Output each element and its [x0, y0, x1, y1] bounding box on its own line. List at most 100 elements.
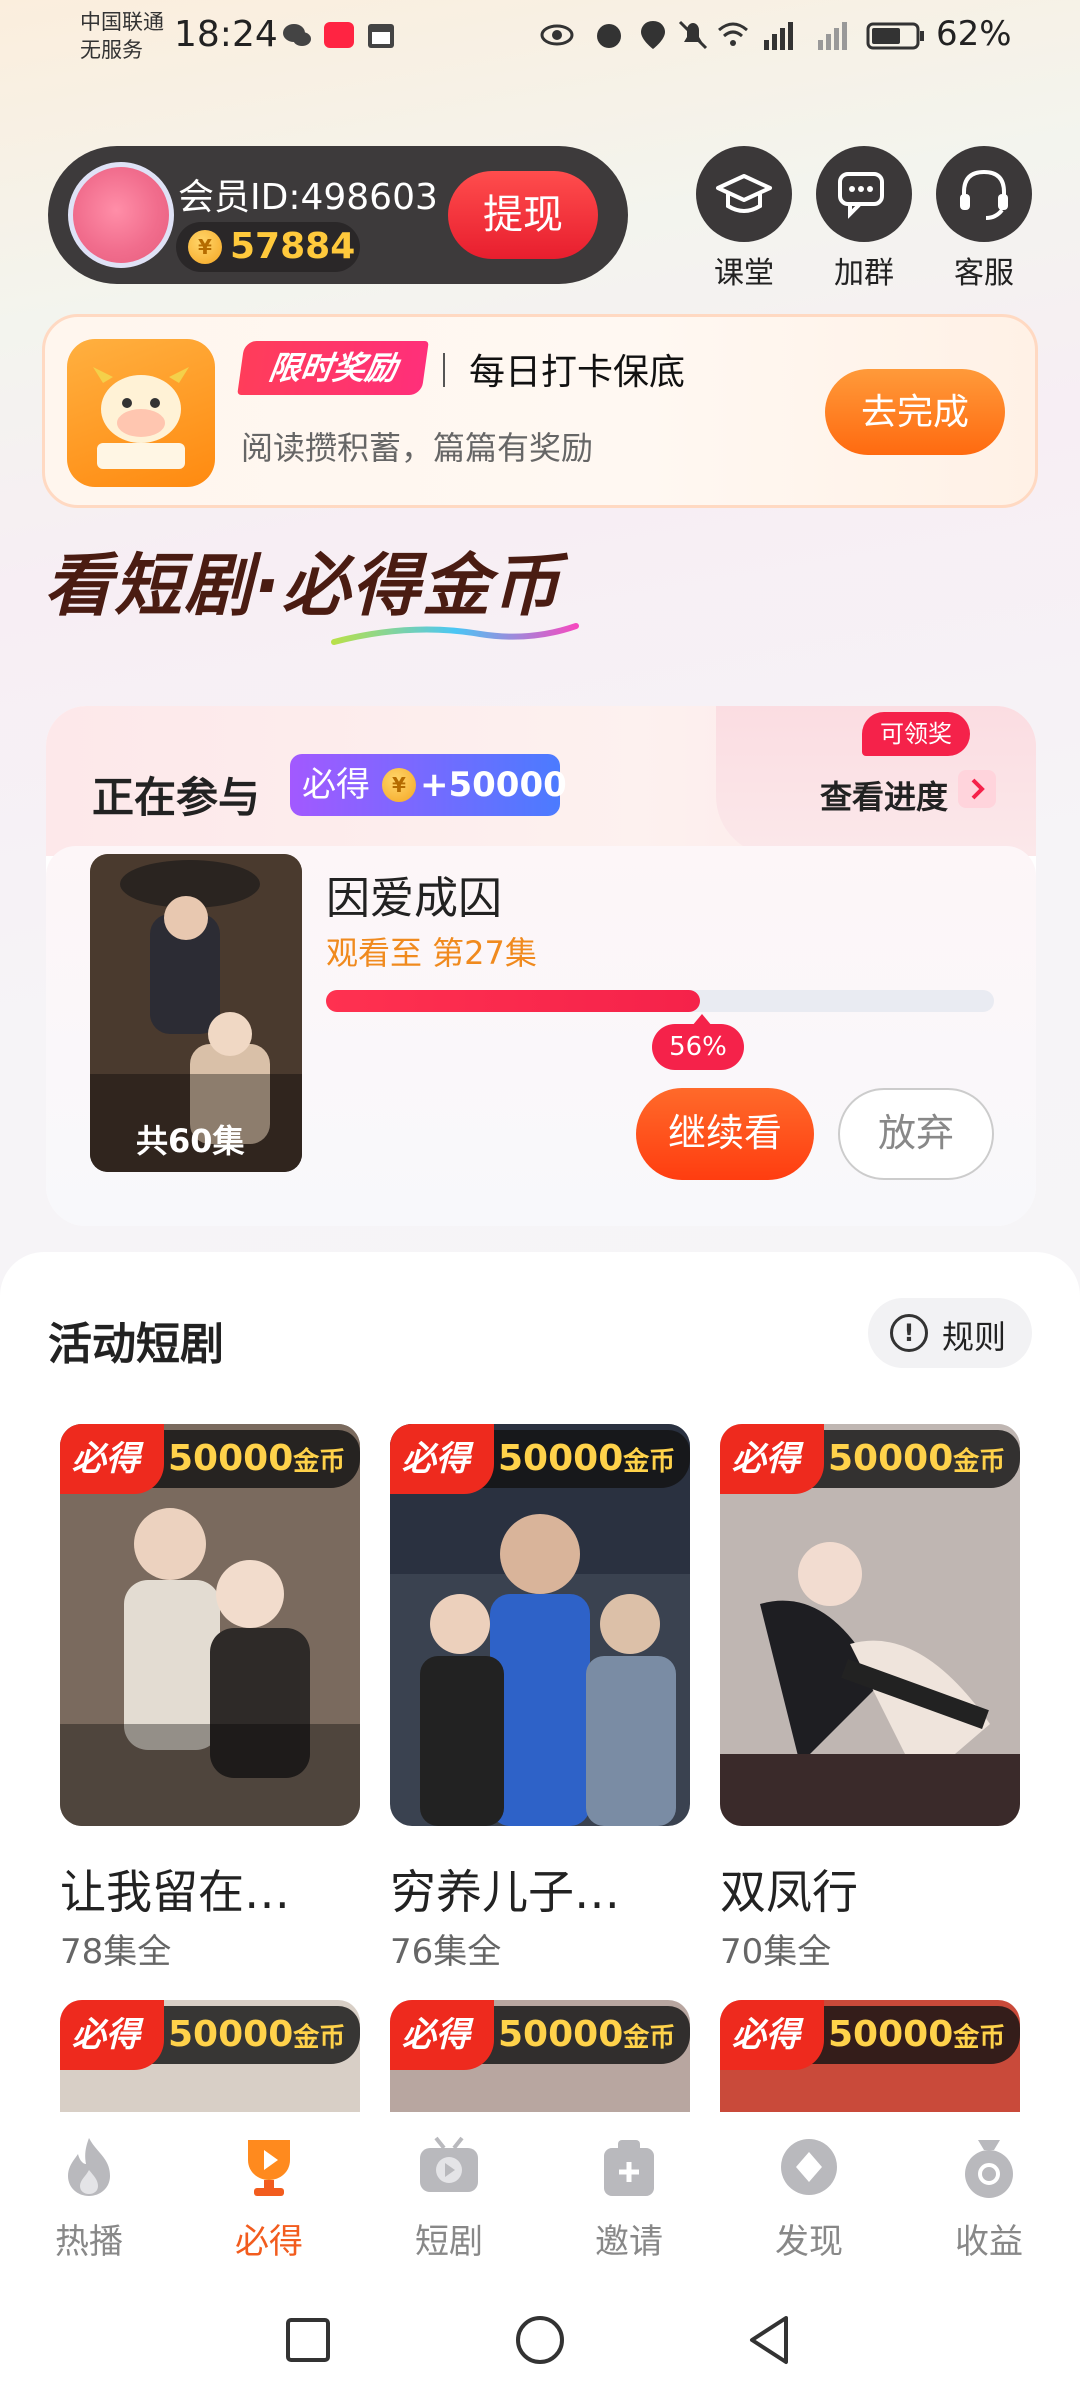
calendar-icon — [368, 24, 394, 48]
reward-badge: 50000金币 必得 — [720, 1424, 1020, 1494]
home-circle-icon[interactable] — [512, 2312, 568, 2368]
banner-subtitle: 阅读攒积蓄，篇篇有奖励 — [241, 429, 594, 467]
quick-action-label: 加群 — [834, 256, 894, 291]
clock: 18:24 — [174, 14, 278, 55]
graduation-cap-icon — [696, 146, 792, 242]
nav-item-discover[interactable]: 发现 — [734, 2134, 884, 2263]
badge-prefix: 必得 — [302, 765, 370, 805]
nav-item-invite[interactable]: 邀请 — [554, 2134, 704, 2263]
watch-progress-bar — [326, 990, 994, 1012]
coin-icon: ¥ — [382, 768, 416, 802]
gift-plus-icon — [596, 2134, 662, 2200]
withdraw-button[interactable]: 提现 — [448, 171, 598, 259]
coin-amount: 57884 — [230, 226, 356, 267]
reward-badge: 50000金币 必得 — [60, 2000, 360, 2070]
chevron-right-icon[interactable] — [958, 770, 996, 808]
xiaohongshu-icon — [324, 22, 354, 48]
reward-amount: 50000金币 — [150, 1430, 360, 1488]
compass-icon — [776, 2134, 842, 2200]
give-up-button[interactable]: 放弃 — [838, 1088, 994, 1180]
drama-poster[interactable]: 共60集 — [90, 854, 302, 1172]
rules-button[interactable]: ! 规则 — [868, 1298, 1032, 1368]
system-nav-bar — [0, 2282, 1080, 2400]
headset-icon — [936, 146, 1032, 242]
activity-section: 活动短剧 ! 规则 50000金币 必得 让我留在… 78集全 50000金币 … — [0, 1252, 1080, 2112]
drama-title: 因爱成囚 — [326, 873, 502, 924]
nav-label: 必得 — [235, 2222, 303, 2262]
mute-bell-icon — [678, 20, 708, 50]
divider — [443, 353, 445, 387]
reward-amount: 50000金币 — [810, 1430, 1020, 1488]
quick-action-service[interactable]: 客服 — [936, 146, 1032, 292]
view-progress-link[interactable]: 查看进度 — [820, 772, 948, 818]
info-icon: ! — [890, 1314, 928, 1352]
battery-percent: 62% — [936, 14, 1012, 54]
chat-group-icon — [816, 146, 912, 242]
nav-item-earnings[interactable]: 收益 — [914, 2134, 1064, 2263]
nav-label: 短剧 — [415, 2222, 483, 2262]
bottom-nav: 热播 必得 短剧 邀请 发现 收益 — [0, 2112, 1080, 2282]
cow-mascot-icon — [67, 339, 215, 487]
reward-badge: 50000金币 必得 — [60, 1424, 360, 1494]
back-triangle-icon[interactable] — [742, 2312, 798, 2368]
signal-icon — [764, 22, 793, 50]
profile-pill: 会员ID:498603 ¥ 57884 提现 — [48, 146, 628, 284]
signal-empty-icon — [818, 22, 847, 50]
quick-action-label: 客服 — [954, 256, 1014, 291]
reward-prefix: 必得 — [390, 1424, 494, 1494]
nav-label: 邀请 — [595, 2222, 663, 2262]
episode-count: 78集全 — [60, 1932, 172, 1972]
wifi-icon — [718, 22, 748, 46]
quick-action-group[interactable]: 加群 — [816, 146, 912, 292]
quick-action-classroom[interactable]: 课堂 — [696, 146, 792, 292]
poster-episode-count: 共60集 — [136, 1122, 245, 1160]
progress-fill — [326, 990, 701, 1012]
nav-label: 收益 — [955, 2222, 1023, 2262]
nav-item-hot[interactable]: 热播 — [14, 2134, 164, 2263]
avatar[interactable] — [68, 162, 174, 268]
nav-label: 发现 — [775, 2222, 843, 2262]
reward-prefix: 必得 — [60, 2000, 164, 2070]
battery-icon — [866, 22, 924, 50]
eye-icon — [540, 24, 574, 46]
nav-item-drama[interactable]: 短剧 — [374, 2134, 524, 2263]
badge-amount: +50000 — [420, 765, 567, 805]
episode-count: 70集全 — [720, 1932, 832, 1972]
swoosh-decoration — [331, 623, 579, 645]
rules-label: 规则 — [942, 1318, 1007, 1356]
wechat-icon — [283, 24, 311, 46]
reward-badge: 50000金币 必得 — [390, 1424, 690, 1494]
guaranteed-reward-badge: 必得 ¥ +50000 — [290, 754, 567, 816]
coin-balance: ¥ 57884 — [176, 222, 360, 272]
reward-badge: 50000金币 必得 — [390, 2000, 690, 2070]
trophy-play-icon — [236, 2134, 302, 2200]
money-bag-icon — [956, 2134, 1022, 2200]
recents-square-icon[interactable] — [282, 2314, 334, 2366]
banner-title: 每日打卡保底 — [469, 352, 686, 393]
watched-progress-text: 观看至 第27集 — [326, 934, 537, 972]
member-id: 会员ID:498603 — [178, 177, 438, 218]
participating-card: 正在参与 必得 ¥ +50000 查看进度 可领奖 共60集 因爱成囚 观看至 … — [46, 706, 1036, 1226]
tv-play-icon — [416, 2134, 482, 2200]
status-bar: 中国联通 无服务 18:24 62% — [0, 0, 1080, 80]
carrier-text: 中国联通 无服务 — [80, 10, 164, 62]
reward-prefix: 必得 — [60, 1424, 164, 1494]
drama-name: 双凤行 — [720, 1865, 858, 1919]
task-banner[interactable]: 限时奖励 每日打卡保底 阅读攒积蓄，篇篇有奖励 去完成 — [42, 314, 1038, 508]
drama-name: 穷养儿子… — [390, 1865, 620, 1919]
reward-prefix: 必得 — [720, 1424, 824, 1494]
location-icon — [641, 21, 665, 49]
nav-label: 热播 — [55, 2222, 123, 2262]
percent-bubble: 56% — [652, 1024, 744, 1070]
coin-icon: ¥ — [188, 230, 222, 264]
go-complete-button[interactable]: 去完成 — [825, 369, 1005, 455]
continue-watching-button[interactable]: 继续看 — [636, 1088, 814, 1180]
drama-name: 让我留在… — [60, 1865, 290, 1919]
section-title: 活动短剧 — [48, 1319, 224, 1370]
flame-icon — [56, 2134, 122, 2200]
nav-item-bide[interactable]: 必得 — [194, 2134, 344, 2263]
reward-prefix: 必得 — [390, 2000, 494, 2070]
quick-action-label: 课堂 — [714, 256, 774, 291]
reward-prefix: 必得 — [720, 2000, 824, 2070]
reward-amount: 50000金币 — [480, 2006, 690, 2064]
